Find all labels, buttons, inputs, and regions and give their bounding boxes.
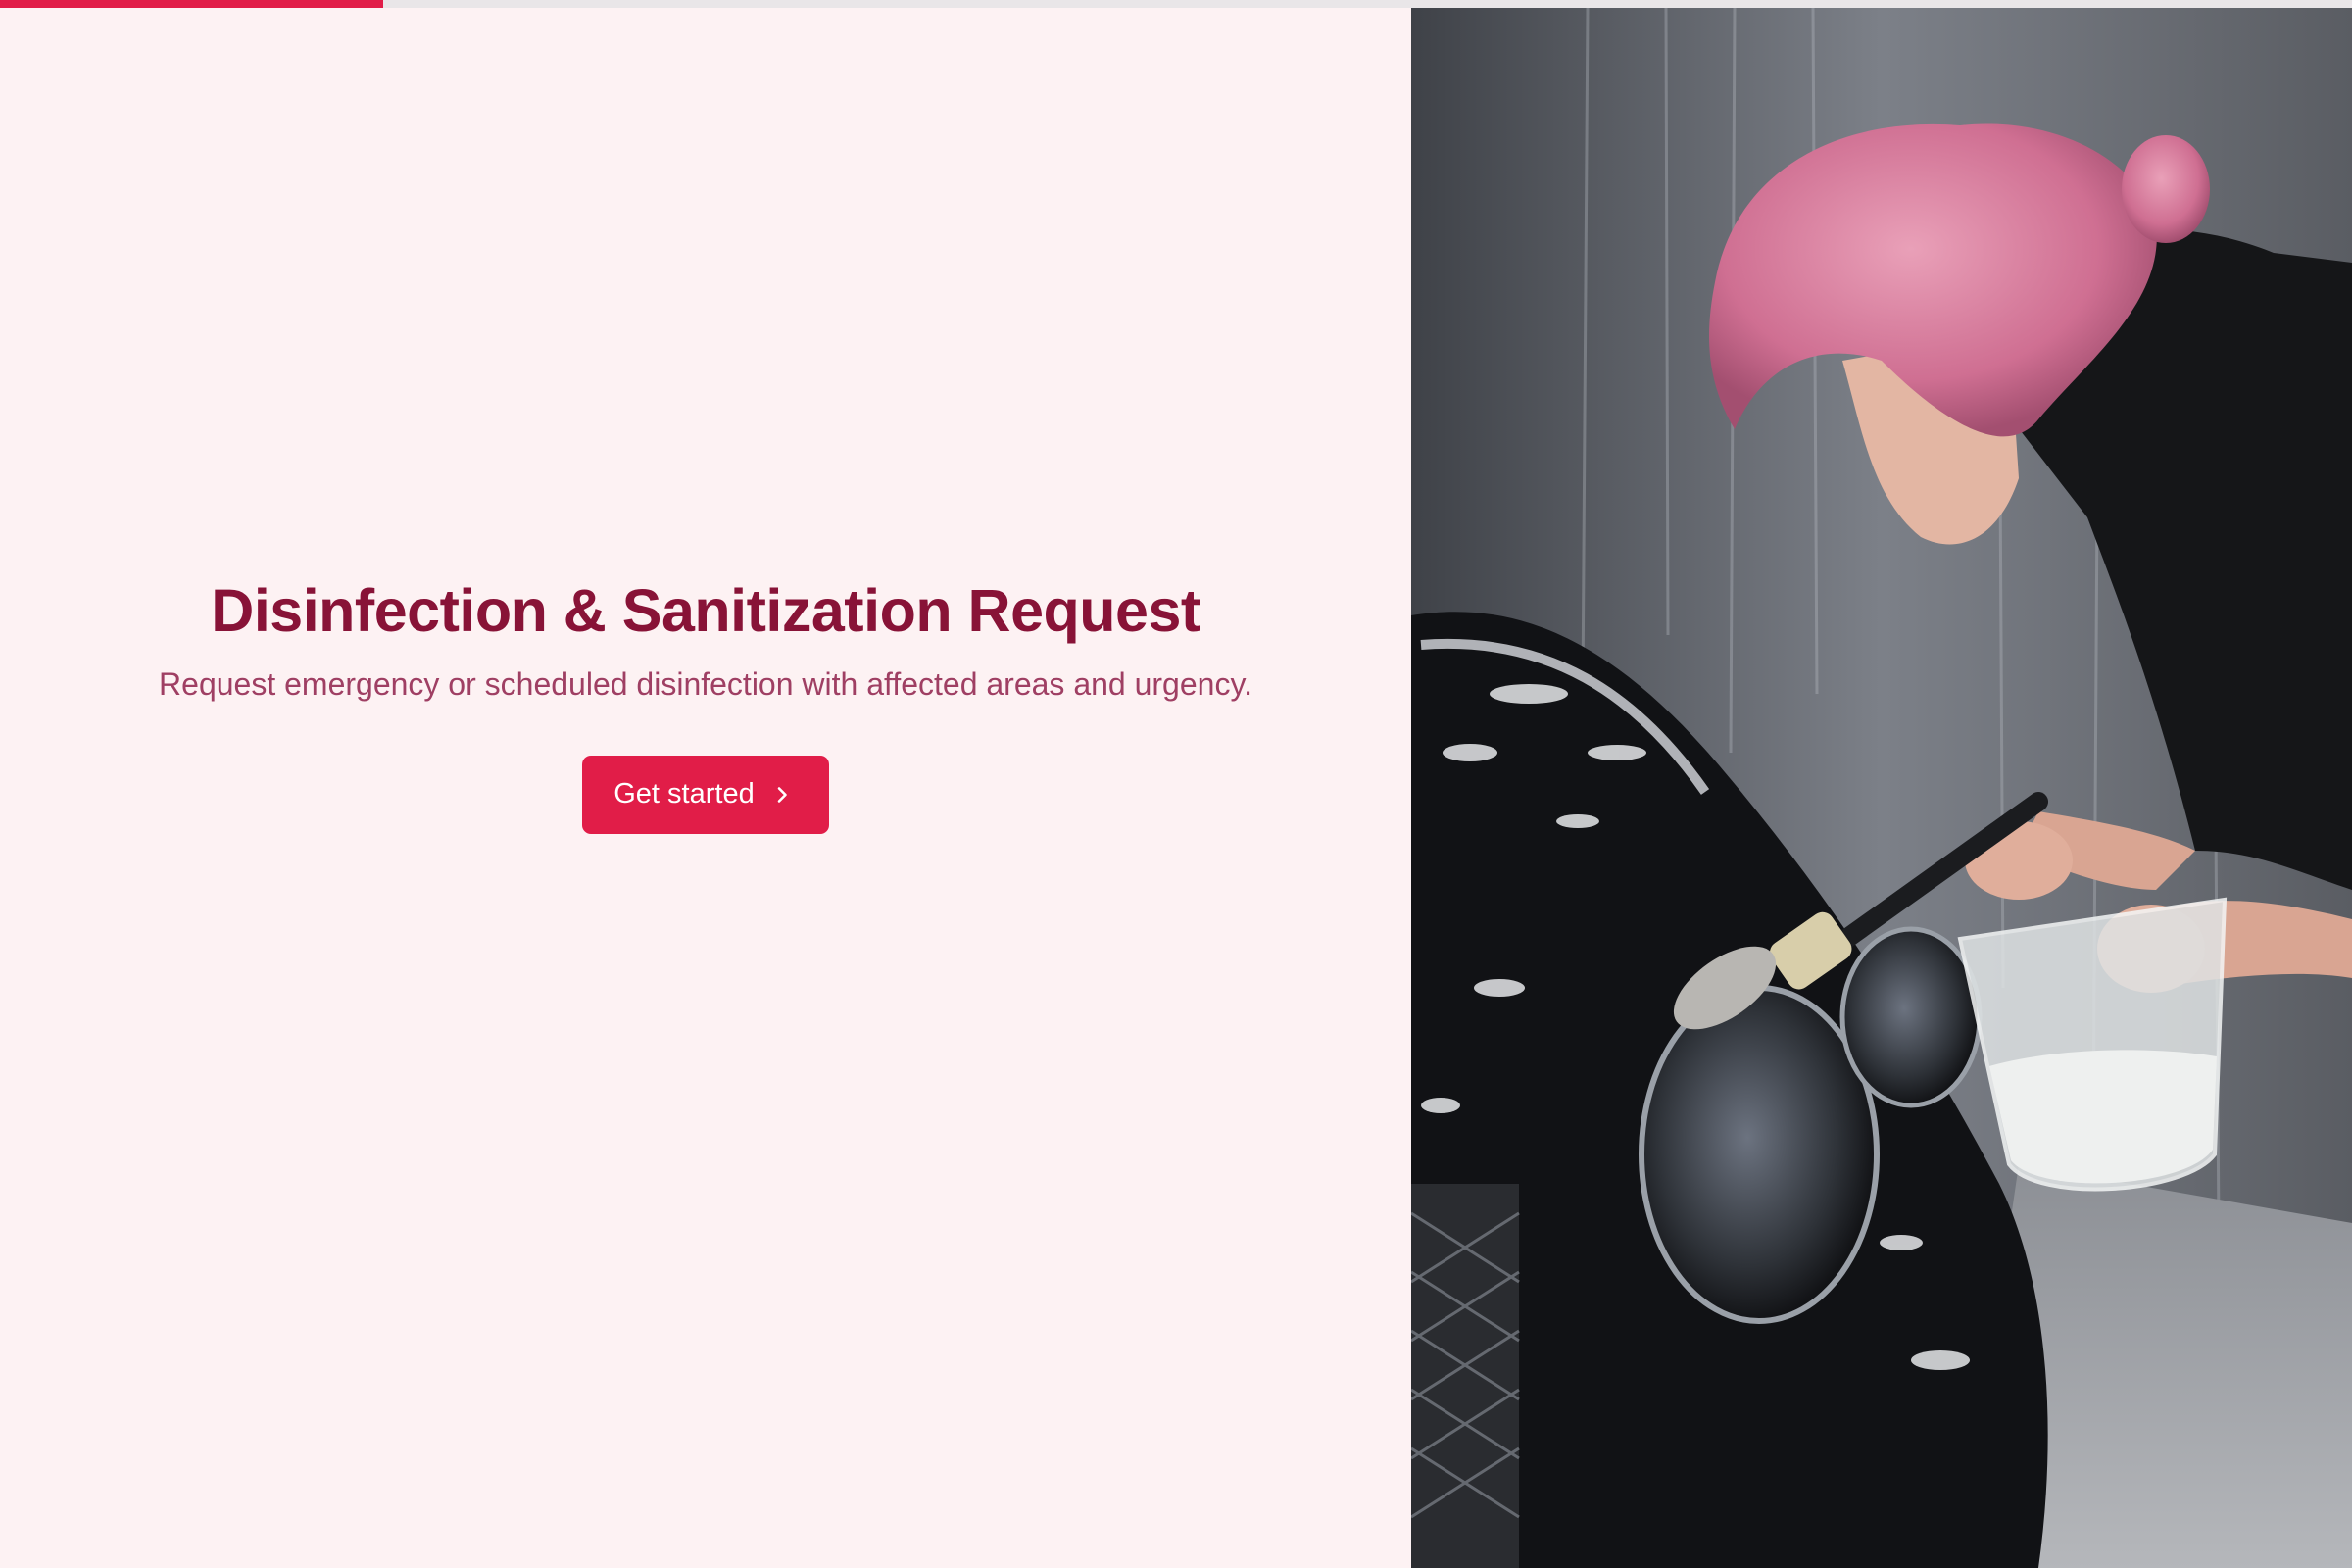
get-started-button[interactable]: Get started bbox=[582, 755, 829, 834]
intro-content: Disinfection & Sanitization Request Requ… bbox=[159, 576, 1252, 834]
car-detailing-photo bbox=[1411, 8, 2352, 1568]
get-started-label: Get started bbox=[613, 778, 755, 809]
intro-panel: Disinfection & Sanitization Request Requ… bbox=[0, 8, 1411, 1568]
progress-bar bbox=[0, 0, 2352, 8]
progress-bar-fill bbox=[0, 0, 384, 8]
chevron-right-icon bbox=[772, 785, 792, 805]
page-title: Disinfection & Sanitization Request bbox=[211, 576, 1200, 644]
page-subtitle: Request emergency or scheduled disinfect… bbox=[159, 665, 1252, 702]
hero-image bbox=[1411, 8, 2352, 1568]
